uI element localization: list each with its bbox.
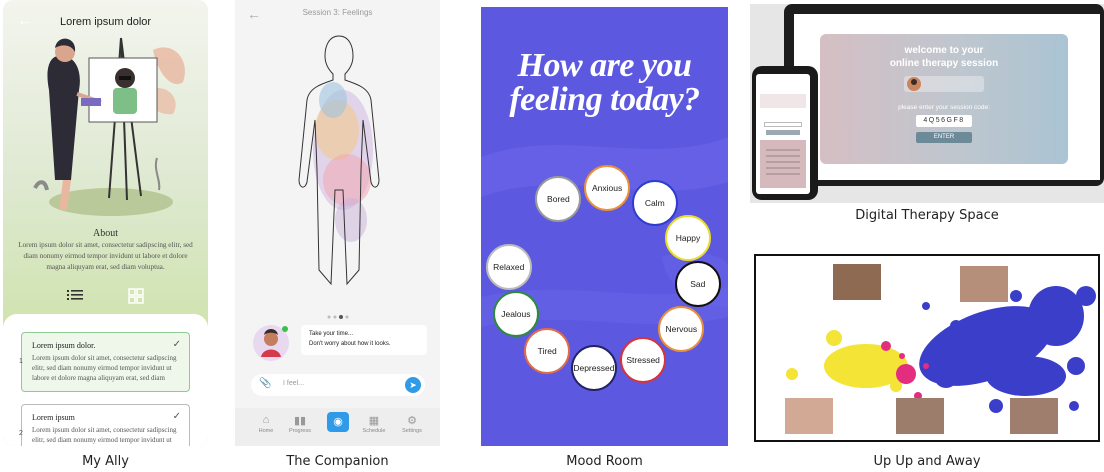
chat-bubble: Take your time... Don't worry about how … [301,325,427,355]
feeling-tired-button[interactable]: Tired [524,327,571,374]
up-up-and-away-screen [750,248,1104,446]
list-item-number: 1 [19,358,23,365]
phone-screen [756,74,810,194]
my-ally-screen: ← Lorem ipsum dolor About Lorem ipsum do… [3,0,208,446]
feeling-happy-button[interactable]: Happy [665,214,712,261]
companion-screen: ← Session 3: Feelings Take your time... … [235,0,440,446]
caption-mood-room: Mood Room [566,454,643,469]
home-icon: ⌂ [262,414,270,426]
avatar [907,77,921,91]
phone-notes-panel [760,140,806,188]
enter-button[interactable]: ENTER [916,132,972,143]
list-sheet: Lorem ipsum dolor. Lorem ipsum dolor sit… [3,314,208,446]
feeling-depressed-button[interactable]: Depressed [570,344,617,391]
check-icon: ✓ [172,339,181,350]
welcome-line: welcome to your [904,45,984,56]
chat-message: Take your time... Don't worry about how … [249,325,427,361]
welcome-title: welcome to your online therapy session [820,44,1068,70]
page-title: Session 3: Feelings [302,8,373,17]
calendar-icon: ▦ [368,415,380,427]
mood-room-screen: How are you feeling today? Bored Anxious C… [481,7,728,446]
page-dots [326,307,350,325]
nav-home[interactable]: ⌂ Home [249,414,283,434]
list-item[interactable]: Lorem ipsum Lorem ipsum dolor sit amet, … [21,404,190,446]
avatar [253,325,289,361]
caption-up-up-and-away: Up Up and Away [873,454,981,469]
body-outline-illustration [298,35,380,286]
phone-text [760,94,806,108]
input-placeholder: I feel... [283,380,305,387]
about-body: Lorem ipsum dolor sit amet, consectetur … [18,241,193,271]
feeling-nervous-button[interactable]: Nervous [658,305,705,352]
about-heading: About [93,228,118,239]
nav-camera[interactable]: ◉ [321,412,355,432]
feeling-stressed-button[interactable]: Stressed [620,336,667,383]
session-code-prompt: please enter your session code: [898,104,990,111]
feeling-jealous-button[interactable]: Jealous [492,290,539,337]
grid-view-icon[interactable] [128,288,144,304]
nav-label: Progress [288,428,311,434]
list-item-body: Lorem ipsum dolor sit amet, consectetur … [32,426,177,444]
camera-icon: ◉ [327,412,349,432]
feeling-anxious-button[interactable]: Anxious [584,165,631,212]
digital-therapy-screen: welcome to your online therapy session p… [750,4,1104,203]
send-icon[interactable]: ➤ [405,377,421,393]
list-item-title: Lorem ipsum dolor. [32,341,96,350]
nav-schedule[interactable]: ▦ Schedule [357,414,391,434]
participant-video [1010,398,1058,434]
phone-enter-button[interactable] [766,130,800,135]
bar-chart-icon: ▮▮ [293,415,307,427]
caption-my-ally: My Ally [82,454,129,469]
gear-icon: ⚙ [407,415,417,427]
participant-video [960,266,1008,302]
chat-line: Don't worry about how it looks. [309,341,391,347]
participant-video [833,264,881,300]
list-item-title: Lorem ipsum [32,413,75,422]
feelings-ring: Bored Anxious Calm Happy Sad Nervous Stressed D… [481,7,728,446]
paperclip-icon[interactable]: 📎 [259,378,271,389]
feeling-relaxed-button[interactable]: Relaxed [485,244,532,291]
message-input[interactable]: 📎 I feel... ➤ [251,374,425,396]
page-title: Lorem ipsum dolor [59,16,152,28]
therapist-info [904,76,984,92]
feeling-bored-button[interactable]: Bored [535,175,582,222]
list-item[interactable]: Lorem ipsum dolor. Lorem ipsum dolor sit… [21,332,190,392]
participant-video [785,398,833,434]
list-item-body: Lorem ipsum dolor sit amet, consectetur … [32,354,177,382]
list-view-icon[interactable] [67,288,83,302]
list-item-number: 2 [19,430,23,437]
nav-label: Home [258,428,274,434]
nav-settings[interactable]: ⚙ Settings [395,414,429,434]
feeling-sad-button[interactable]: Sad [674,261,721,308]
welcome-line: online therapy session [889,58,999,69]
nav-label: Settings [402,428,422,434]
caption-companion: The Companion [286,454,389,469]
nav-label: Schedule [362,428,386,434]
painter-illustration [33,37,185,216]
bottom-nav: ⌂ Home ▮▮ Progress ◉ ▦ Schedule ⚙ Settin… [235,408,440,446]
session-code-input[interactable]: 4Q56GF8 [916,115,972,127]
caption-digital-therapy-space: Digital Therapy Space [855,208,999,223]
nav-progress[interactable]: ▮▮ Progress [283,414,317,434]
feeling-calm-button[interactable]: Calm [631,179,678,226]
check-icon: ✓ [172,411,181,422]
participant-video [896,398,944,434]
phone-code-field[interactable] [764,122,802,127]
chat-line: Take your time... [309,331,354,337]
